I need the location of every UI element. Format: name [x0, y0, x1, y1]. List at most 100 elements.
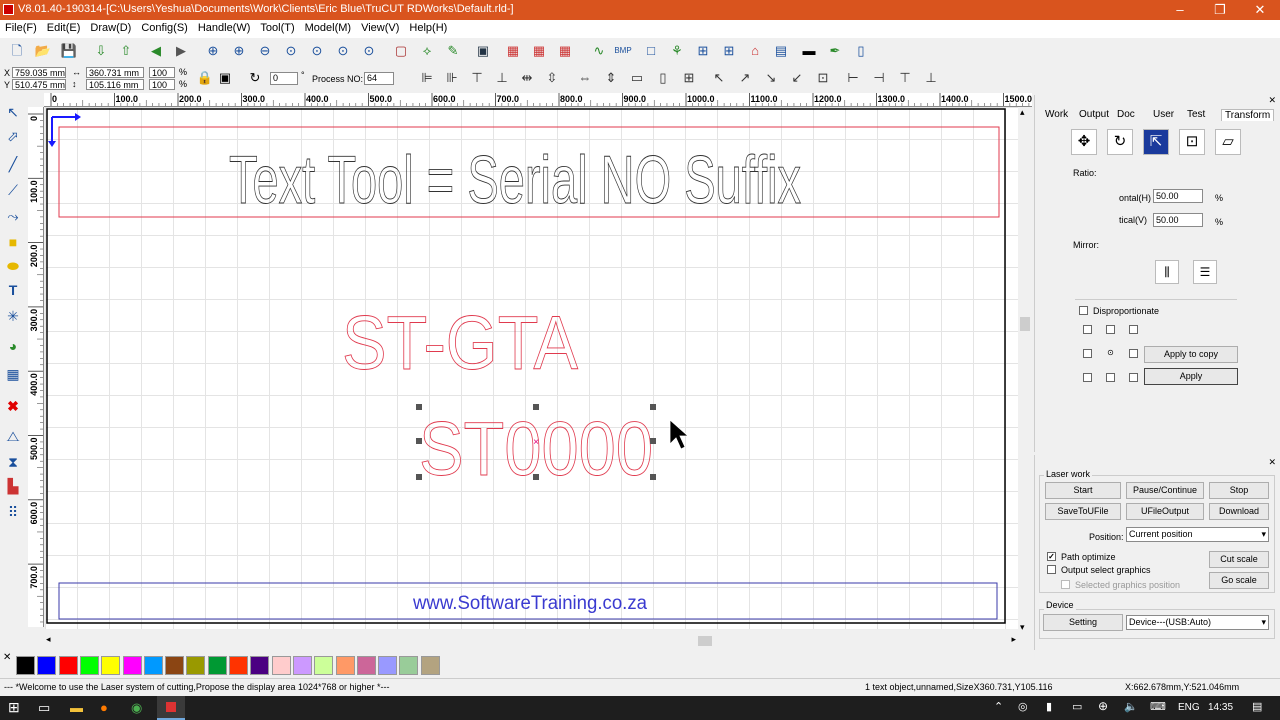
node-icon[interactable]: ⟡: [418, 42, 436, 60]
color-swatch[interactable]: [101, 656, 121, 675]
lamp-icon[interactable]: ⌂: [746, 42, 764, 60]
height-field[interactable]: 105.116 mm: [86, 79, 144, 90]
zoom-in-icon[interactable]: ⊕: [204, 42, 222, 60]
heading-text[interactable]: Text Tool = Serial NO Suffix: [229, 142, 802, 219]
anchor-bottom-center[interactable]: [1106, 373, 1115, 382]
polyline-tool-icon[interactable]: ⟋: [4, 181, 22, 199]
menu-view[interactable]: View(V): [356, 20, 404, 36]
palette-close-icon[interactable]: ✕: [3, 652, 11, 663]
menu-model[interactable]: Model(M): [300, 20, 356, 36]
mirror-h-icon[interactable]: ⧍: [4, 427, 22, 445]
apply-button[interactable]: Apply: [1144, 368, 1238, 385]
vertical-ratio-field[interactable]: 50.00: [1153, 213, 1203, 227]
color-swatch[interactable]: [356, 656, 376, 675]
chrome-icon[interactable]: ◉: [131, 700, 142, 716]
tray-volume-icon[interactable]: 🔈: [1124, 700, 1138, 713]
same-height-icon[interactable]: ▯: [654, 69, 672, 87]
move-bottomright-icon[interactable]: ↘: [762, 69, 780, 87]
tab-work[interactable]: Work: [1045, 109, 1068, 120]
color-swatch[interactable]: [399, 656, 419, 675]
maximize-button[interactable]: ❐: [1200, 0, 1240, 20]
move-down-icon[interactable]: ⊥: [922, 69, 940, 87]
tray-app-icon[interactable]: ◎: [1018, 700, 1028, 713]
zoom-fit-icon[interactable]: ⊙: [308, 42, 326, 60]
rotate-icon[interactable]: ↻: [246, 69, 264, 87]
tab-user[interactable]: User: [1153, 109, 1174, 120]
scroll-up-icon[interactable]: ▴: [1020, 107, 1025, 118]
color-swatch[interactable]: [271, 656, 291, 675]
menu-file[interactable]: File(F): [0, 20, 42, 36]
menu-draw[interactable]: Draw(D): [85, 20, 136, 36]
apply-to-copy-button[interactable]: Apply to copy: [1144, 346, 1238, 363]
color-swatch[interactable]: [58, 656, 78, 675]
x-coord-field[interactable]: 759.035 mm: [12, 67, 66, 78]
language-indicator[interactable]: ENG: [1178, 702, 1200, 713]
cut-icon[interactable]: ▙: [4, 477, 22, 495]
scroll-right-icon[interactable]: ▸: [1011, 634, 1016, 645]
vertical-scrollbar[interactable]: ▴ ▾: [1018, 107, 1032, 633]
rectangle-tool-icon[interactable]: ■: [4, 233, 22, 251]
size-transform-icon[interactable]: ⊡: [1179, 129, 1205, 155]
scroll-down-icon[interactable]: ▾: [1020, 622, 1025, 633]
align-bottom-icon[interactable]: ⊥: [493, 69, 511, 87]
color-swatch[interactable]: [143, 656, 163, 675]
width-field[interactable]: 360.731 mm: [86, 67, 144, 78]
tab-transform[interactable]: Transform: [1221, 109, 1275, 121]
anchor-middle-left[interactable]: [1083, 349, 1092, 358]
menu-config[interactable]: Config(S): [136, 20, 192, 36]
anchor-top-center[interactable]: [1106, 325, 1115, 334]
anchor-center[interactable]: ⊙: [1106, 349, 1115, 358]
position-select[interactable]: Current position: [1126, 527, 1269, 542]
process-no-field[interactable]: 64: [364, 72, 394, 85]
tab-doc[interactable]: Doc: [1117, 109, 1135, 120]
align-hcenter-icon[interactable]: ⇹: [518, 69, 536, 87]
frame-icon[interactable]: ▢: [392, 42, 410, 60]
start-button[interactable]: Start: [1045, 482, 1121, 499]
array-tool-icon[interactable]: ⠿: [4, 503, 22, 521]
ratio-icon[interactable]: ▣: [216, 69, 234, 87]
open-file-icon[interactable]: 📂: [34, 42, 52, 60]
lock-icon[interactable]: 🔒: [196, 69, 214, 87]
zoom-out-icon[interactable]: ⊖: [256, 42, 274, 60]
color-swatch[interactable]: [229, 656, 248, 675]
tree-icon[interactable]: ⚘: [668, 42, 686, 60]
move-topleft-icon[interactable]: ↖: [710, 69, 728, 87]
tray-network-icon[interactable]: ⊕: [1098, 699, 1108, 713]
close-button[interactable]: ✕: [1240, 0, 1280, 20]
move-transform-icon[interactable]: ✥: [1071, 129, 1097, 155]
laser-panel-close-icon[interactable]: ✕: [1268, 457, 1276, 468]
ungroup-icon[interactable]: ▦: [530, 42, 548, 60]
scale-transform-icon[interactable]: ⇱: [1143, 129, 1169, 155]
color-swatch[interactable]: [378, 656, 398, 675]
horizontal-scroll-thumb[interactable]: [698, 636, 712, 646]
menu-help[interactable]: Help(H): [404, 20, 452, 36]
windows-start-icon[interactable]: ⊞: [8, 699, 20, 716]
zoom-plus-icon[interactable]: ⊕: [230, 42, 248, 60]
tray-chevron-icon[interactable]: ⌃: [994, 700, 1003, 713]
footer-url-text[interactable]: www.SoftwareTraining.co.za: [412, 593, 647, 614]
move-right-icon[interactable]: ⊣: [870, 69, 888, 87]
color-swatch[interactable]: [37, 656, 57, 675]
grid-tool-icon[interactable]: ▦: [4, 365, 22, 383]
same-size-icon[interactable]: ⊞: [680, 69, 698, 87]
setting-button[interactable]: Setting: [1043, 614, 1123, 631]
stop-button[interactable]: Stop: [1209, 482, 1269, 499]
monitor-icon[interactable]: ▣: [474, 42, 492, 60]
y-coord-field[interactable]: 510.475 mm: [12, 79, 66, 90]
scale-h-field[interactable]: 100: [149, 79, 175, 90]
notification-icon[interactable]: ▤: [1252, 700, 1262, 713]
ufile-output-button[interactable]: UFileOutput: [1126, 503, 1204, 520]
anchor-middle-right[interactable]: [1129, 349, 1138, 358]
rotate-transform-icon[interactable]: ↻: [1107, 129, 1133, 155]
same-width-icon[interactable]: ▭: [628, 69, 646, 87]
move-bottomleft-icon[interactable]: ↙: [788, 69, 806, 87]
layout-icon[interactable]: ▤: [772, 42, 790, 60]
color-swatch[interactable]: [207, 656, 227, 675]
redo-icon[interactable]: ▶: [172, 42, 190, 60]
path-optimize-checkbox[interactable]: ✓: [1047, 552, 1056, 561]
point-tool-icon[interactable]: ✳: [4, 307, 22, 325]
delete-icon[interactable]: ✖: [4, 397, 22, 415]
tab-test[interactable]: Test: [1187, 109, 1205, 120]
color-swatch[interactable]: [122, 656, 142, 675]
color-swatch[interactable]: [335, 656, 355, 675]
